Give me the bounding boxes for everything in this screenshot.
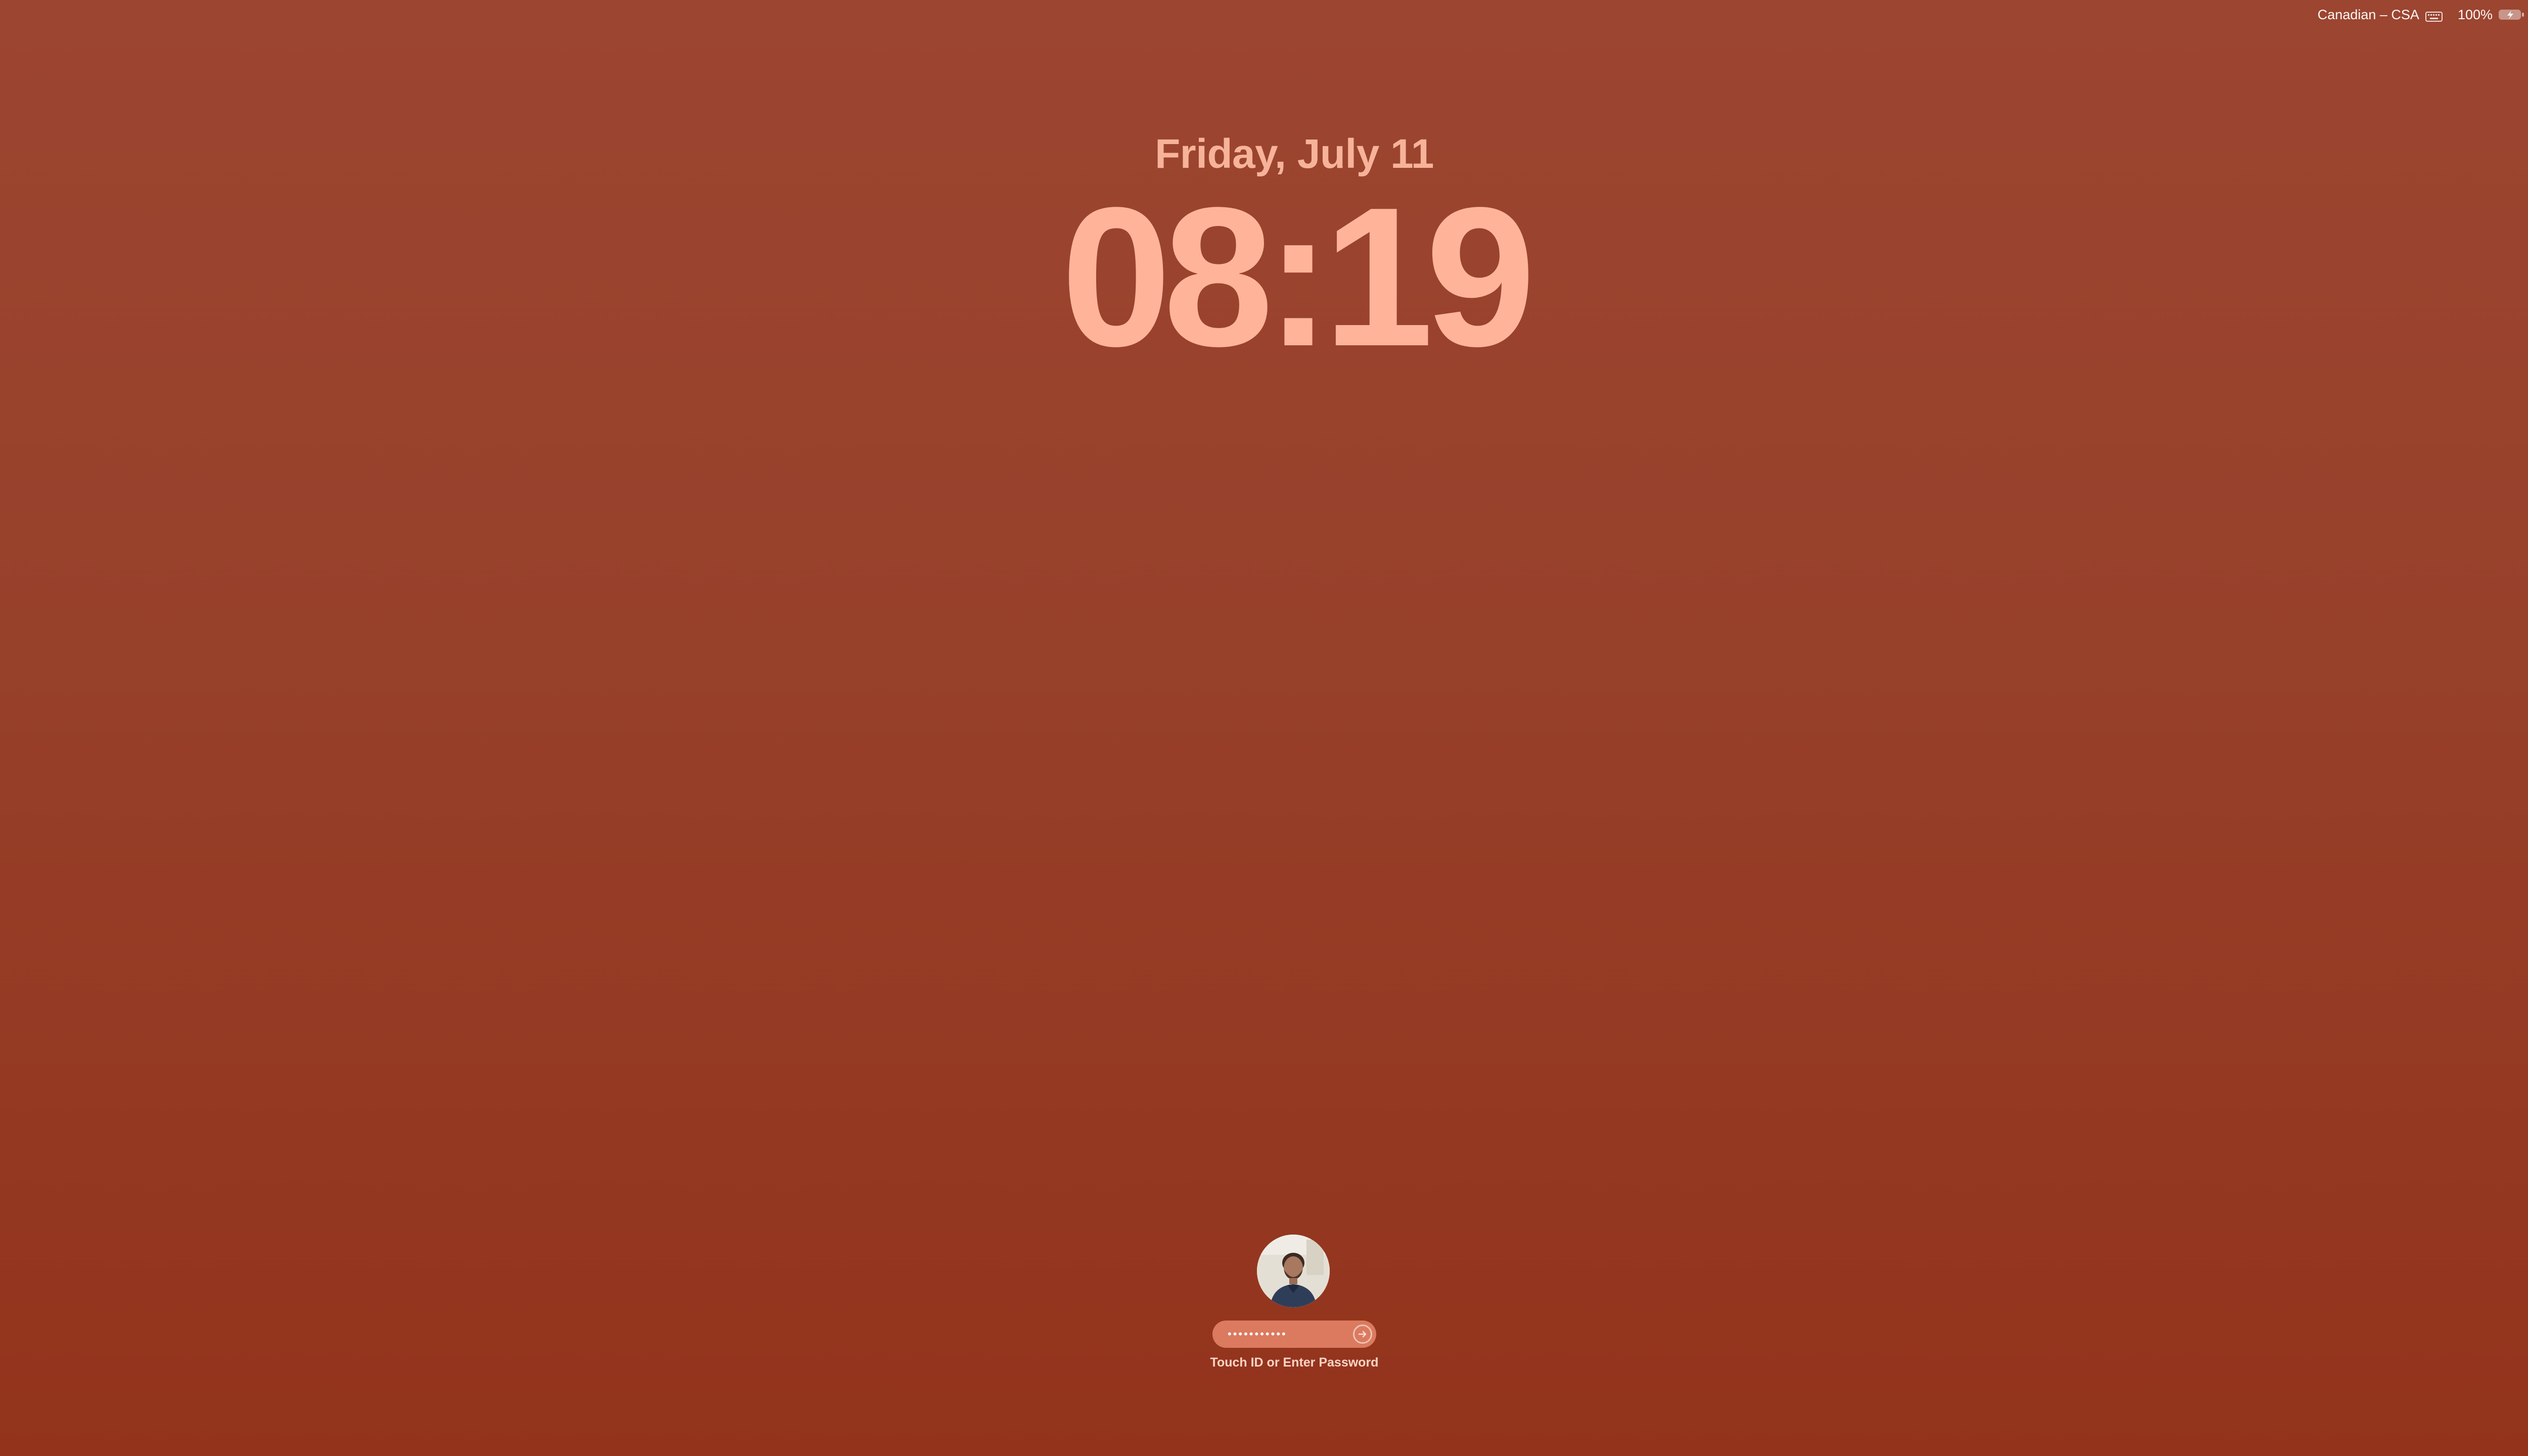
submit-password-button[interactable] xyxy=(1353,1325,1372,1344)
login-hint: Touch ID or Enter Password xyxy=(1210,1355,1379,1370)
password-masked-value: ••••••••••• xyxy=(1228,1328,1287,1340)
battery-charging-icon xyxy=(2498,8,2525,21)
battery-status[interactable]: 100% xyxy=(2458,7,2525,23)
arrow-right-circle-icon xyxy=(1358,1331,1367,1338)
lock-screen-time: 08:19 xyxy=(1061,166,1536,388)
keyboard-icon xyxy=(2425,10,2443,22)
input-source-menu[interactable]: Canadian – CSA xyxy=(2318,7,2443,23)
user-avatar[interactable] xyxy=(1257,1235,1330,1307)
password-field[interactable]: ••••••••••• xyxy=(1212,1321,1376,1348)
battery-percent: 100% xyxy=(2457,7,2493,22)
menu-bar: Canadian – CSA 100% xyxy=(2318,0,2528,29)
input-source-label: Canadian – CSA xyxy=(2317,7,2419,22)
